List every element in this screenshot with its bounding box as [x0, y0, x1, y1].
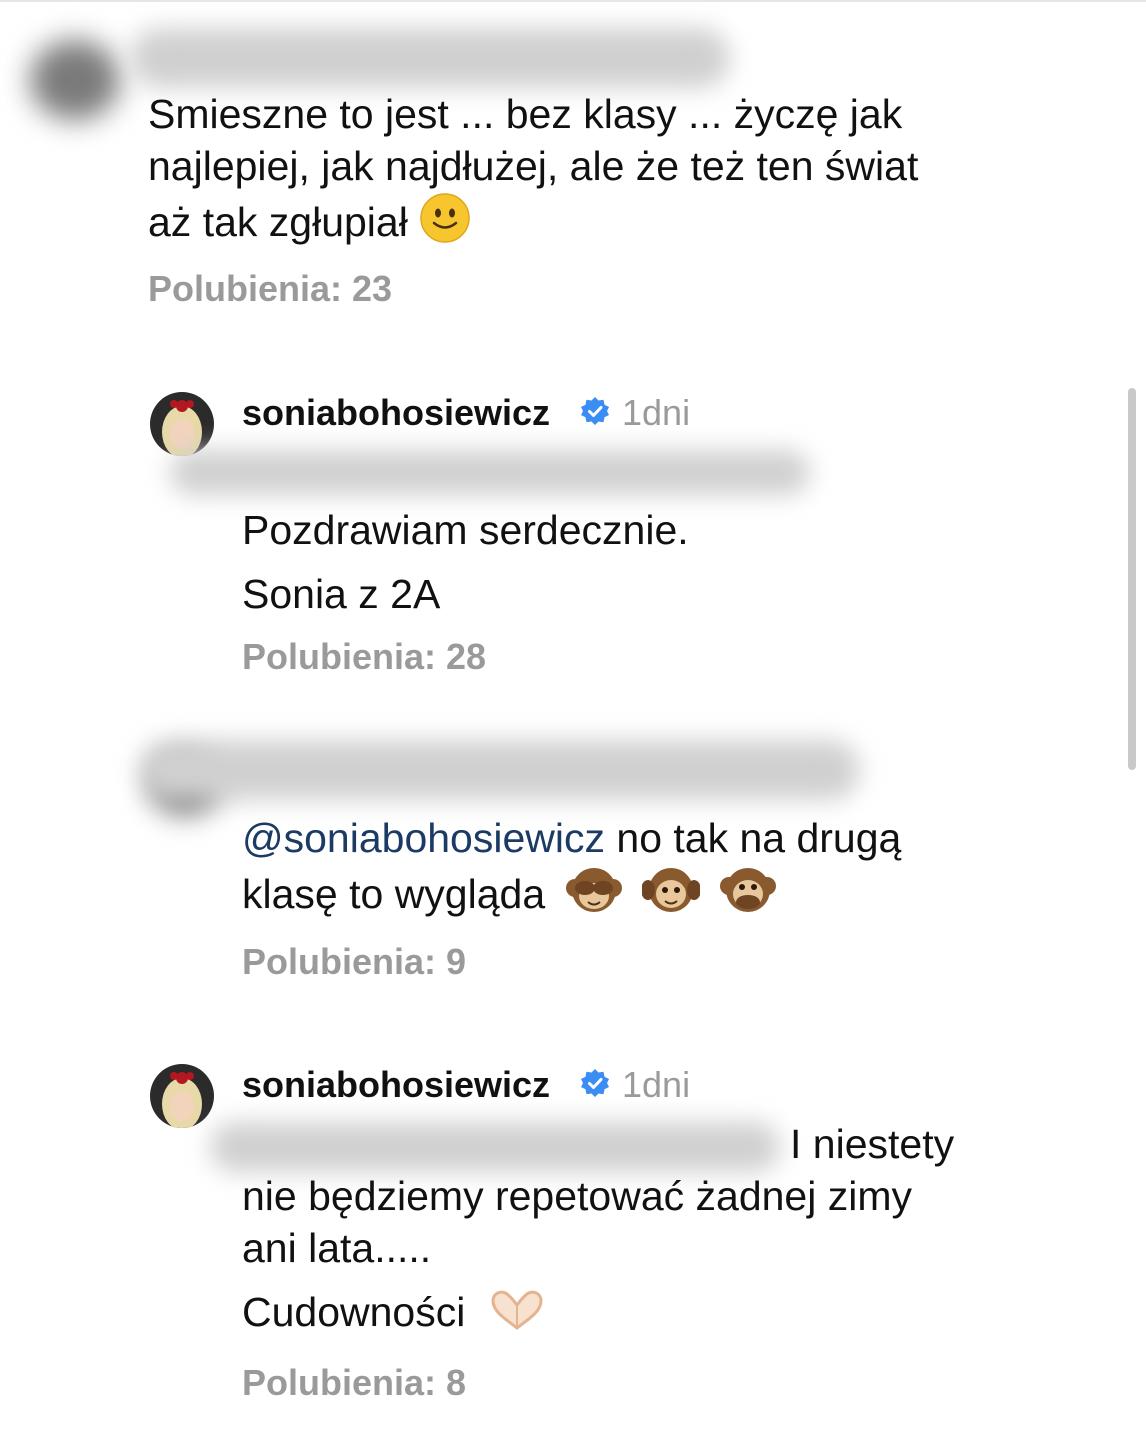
comment-text: Pozdrawiam serdecznie. Sonia z 2A [242, 507, 689, 617]
blurred-username [140, 740, 860, 800]
likes-count[interactable]: Polubienia: 9 [242, 941, 466, 983]
likes-count[interactable]: Polubienia: 28 [242, 636, 486, 678]
top-divider [0, 0, 1146, 2]
blurred-text [170, 450, 810, 495]
heart-hands-icon [491, 1290, 543, 1330]
timestamp: 1dni [622, 392, 691, 433]
see-no-evil-monkey-icon [565, 868, 622, 912]
scrollbar[interactable] [1128, 388, 1136, 770]
avatar[interactable] [150, 1064, 214, 1128]
blurred-avatar [30, 40, 120, 120]
comment-text: Smieszne to jest ... bez klasy ... życzę… [148, 91, 919, 245]
hear-no-evil-monkey-icon [641, 868, 700, 912]
verified-badge-icon [581, 397, 609, 425]
slightly-smiling-face-icon [420, 193, 470, 243]
likes-count[interactable]: Polubienia: 8 [242, 1362, 466, 1404]
likes-count[interactable]: Polubienia: 23 [148, 268, 392, 310]
verified-badge-icon [581, 1069, 609, 1097]
speak-no-evil-monkey-icon [720, 868, 777, 912]
comment-text: @soniabohosiewicz no tak na drugą klasę … [242, 815, 902, 917]
timestamp: 1dni [622, 1064, 691, 1105]
comment-text: I niestety nie będziemy repetować żadnej… [242, 1121, 955, 1335]
blurred-username [130, 28, 730, 88]
username[interactable]: soniabohosiewicz [242, 1064, 550, 1106]
mention-link[interactable]: @soniabohosiewicz [242, 815, 605, 861]
username[interactable]: soniabohosiewicz [242, 392, 550, 434]
avatar[interactable] [150, 392, 214, 456]
